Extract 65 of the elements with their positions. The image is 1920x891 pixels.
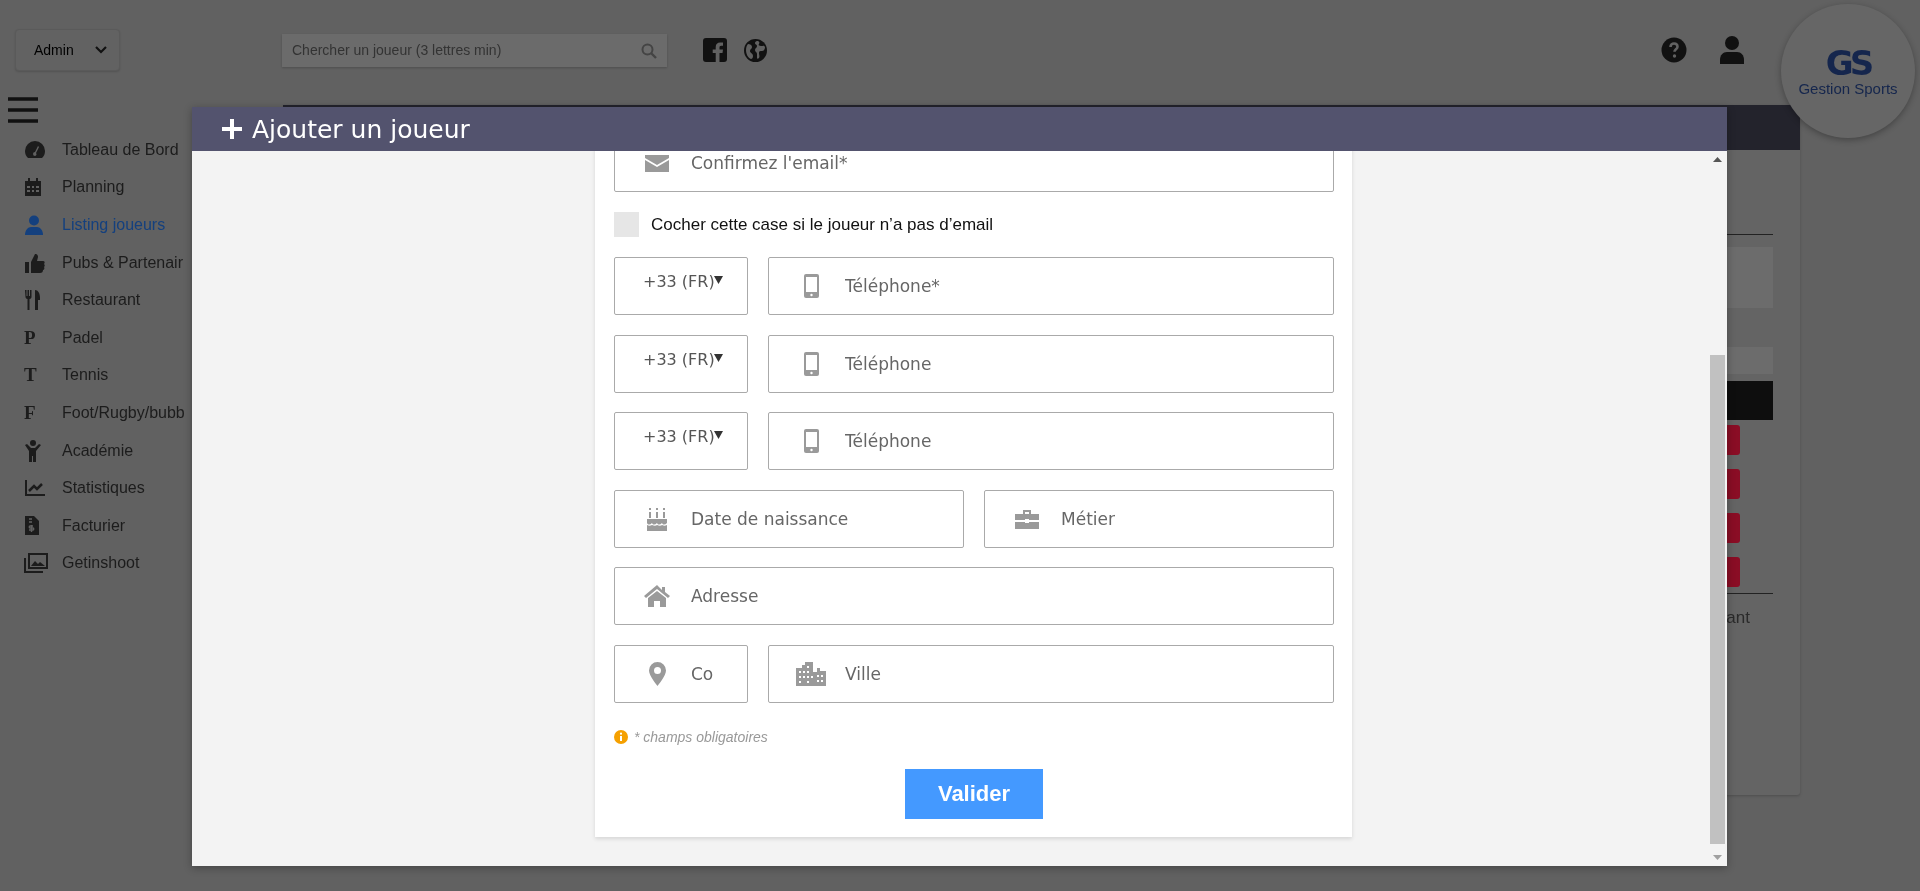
house-icon xyxy=(644,585,670,607)
child-icon xyxy=(24,439,42,462)
scroll-up-icon[interactable] xyxy=(1713,157,1722,162)
input-field[interactable]: Métier xyxy=(984,489,1334,548)
required-note: * champs obligatoires xyxy=(634,729,768,745)
table-text: ant xyxy=(1726,608,1750,628)
images-icon xyxy=(24,553,48,574)
input-field[interactable]: Téléphone* xyxy=(768,257,1334,315)
facebook-icon[interactable] xyxy=(703,38,727,62)
input-field[interactable]: Date de naissance xyxy=(614,489,964,548)
dialog-title: Ajouter un joueur xyxy=(252,114,470,144)
sidebar-item[interactable]: Tableau de Bord xyxy=(0,131,192,169)
menu-icon[interactable] xyxy=(8,97,38,123)
submit-button[interactable]: Valider xyxy=(905,768,1043,819)
checkbox[interactable] xyxy=(614,212,639,237)
gauge-icon xyxy=(24,139,46,160)
plus-icon xyxy=(222,119,242,139)
sidebar-item[interactable]: Facturier xyxy=(0,506,192,545)
letter-icon: F xyxy=(24,401,36,424)
input-field[interactable]: Adresse xyxy=(614,567,1334,625)
role-select[interactable]: Admin xyxy=(15,29,120,71)
map-pin-icon xyxy=(648,661,666,686)
sidebar-item[interactable]: P Padel xyxy=(0,318,192,357)
search-icon xyxy=(641,42,657,59)
input-field[interactable]: Téléphone xyxy=(768,412,1334,470)
country-code-select[interactable]: +33 (FR) xyxy=(614,257,748,315)
logo[interactable]: GS Gestion Sports xyxy=(1781,4,1915,138)
caret-icon xyxy=(714,431,723,439)
sidebar-item[interactable]: Académie xyxy=(0,431,192,470)
birthday-cake-icon xyxy=(646,506,668,531)
line-chart-icon xyxy=(24,479,46,498)
sidebar-item[interactable]: Pubs & Partenair xyxy=(0,243,192,282)
country-code-select[interactable]: +33 (FR) xyxy=(614,334,748,393)
sidebar-item[interactable]: Planning xyxy=(0,168,192,207)
user-icon[interactable] xyxy=(1720,36,1744,64)
globe-icon[interactable] xyxy=(743,37,768,63)
input-field[interactable]: Confirmez l'email* xyxy=(614,151,1334,192)
utensils-icon xyxy=(24,289,42,312)
sidebar-item[interactable]: Restaurant xyxy=(0,281,192,319)
sidebar-item[interactable]: Listing joueurs xyxy=(0,206,192,244)
envelope-icon xyxy=(645,154,669,172)
input-field[interactable]: Ville xyxy=(768,644,1334,703)
letter-icon: P xyxy=(24,326,36,349)
info-icon xyxy=(614,730,628,744)
calendar-icon xyxy=(24,177,42,198)
invoice-icon xyxy=(24,515,40,537)
letter-icon: T xyxy=(24,364,37,387)
thumbs-up-icon xyxy=(24,252,46,273)
input-field[interactable]: Co xyxy=(614,644,748,703)
sidebar-item[interactable]: Getinshoot xyxy=(0,544,192,583)
caret-icon xyxy=(714,353,723,362)
sidebar-item[interactable]: T Tennis xyxy=(0,356,192,395)
briefcase-icon xyxy=(1015,508,1039,529)
sidebar-item[interactable]: Statistiques xyxy=(0,469,192,507)
buildings-icon xyxy=(796,661,826,686)
input-field[interactable]: Téléphone xyxy=(768,334,1334,393)
chevron-down-icon xyxy=(95,46,107,54)
checkbox-label: Cocher cette case si le joueur n’a pas d’email xyxy=(651,214,994,235)
country-code-select[interactable]: +33 (FR) xyxy=(614,412,748,470)
user-icon xyxy=(24,215,44,235)
search-field[interactable]: Chercher un joueur (3 lettres min) xyxy=(282,33,667,67)
caret-icon xyxy=(714,276,723,284)
scroll-down-icon[interactable] xyxy=(1713,855,1722,860)
sidebar-item[interactable]: F Foot/Rugby/bubb xyxy=(0,394,192,432)
help-icon[interactable] xyxy=(1661,37,1687,63)
